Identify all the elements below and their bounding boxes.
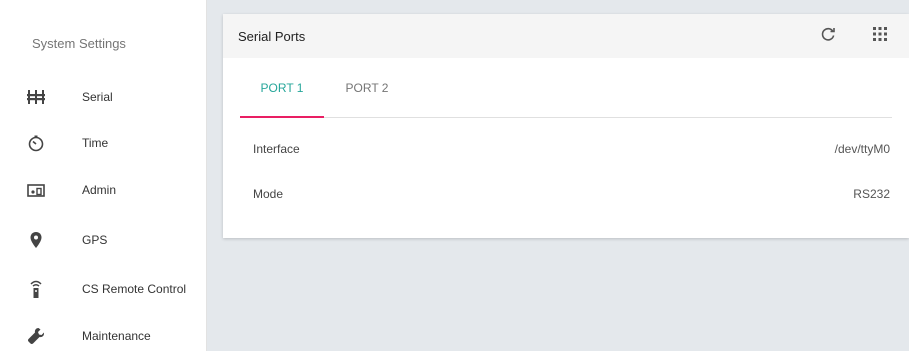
sidebar: System Settings Serial Time Admin GPS CS… <box>0 0 207 351</box>
sidebar-item-admin[interactable]: Admin <box>0 167 207 213</box>
remote-control-icon <box>27 280 45 298</box>
tab-port-2[interactable]: PORT 2 <box>332 58 402 118</box>
sidebar-item-label: Serial <box>82 90 113 104</box>
top-strip-main <box>207 0 909 14</box>
field-row-mode: Mode RS232 <box>253 187 890 207</box>
sidebar-item-serial[interactable]: Serial <box>0 74 207 120</box>
sidebar-item-label: Admin <box>82 183 117 197</box>
serial-ports-icon <box>27 88 45 106</box>
timer-icon <box>27 134 45 152</box>
wrench-icon <box>27 327 45 345</box>
sidebar-item-label: Time <box>82 136 109 150</box>
sidebar-item-cs-remote-control[interactable]: CS Remote Control <box>0 266 207 312</box>
panel-title: Serial Ports <box>238 29 306 44</box>
sidebar-item-gps[interactable]: GPS <box>0 217 207 263</box>
port-tabs: PORT 1 PORT 2 <box>240 58 892 118</box>
sidebar-item-label: GPS <box>82 233 108 247</box>
sidebar-title: System Settings <box>32 36 126 51</box>
serial-ports-panel: Serial Ports PORT 1 PORT 2 Interface /de… <box>223 14 909 238</box>
active-tab-indicator <box>240 116 324 118</box>
field-value: RS232 <box>853 187 890 201</box>
location-pin-icon <box>27 231 45 249</box>
refresh-button[interactable] <box>816 24 840 48</box>
refresh-icon <box>820 26 836 47</box>
sidebar-item-time[interactable]: Time <box>0 120 207 166</box>
sidebar-item-maintenance[interactable]: Maintenance <box>0 313 207 351</box>
sidebar-item-label: CS Remote Control <box>82 282 187 296</box>
sidebar-item-label: Maintenance <box>82 329 151 343</box>
field-value: /dev/ttyM0 <box>834 142 890 156</box>
field-label: Mode <box>253 187 284 201</box>
apps-grid-icon <box>873 26 887 46</box>
panel-header: Serial Ports <box>223 14 909 58</box>
admin-icon <box>27 181 45 199</box>
tab-port-1[interactable]: PORT 1 <box>240 58 324 118</box>
field-label: Interface <box>253 142 300 156</box>
apps-menu-button[interactable] <box>868 24 892 48</box>
field-row-interface: Interface /dev/ttyM0 <box>253 142 890 162</box>
